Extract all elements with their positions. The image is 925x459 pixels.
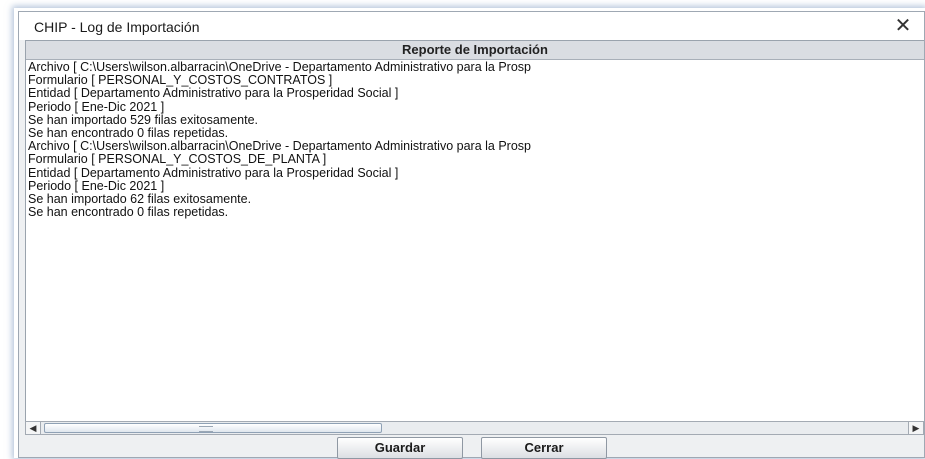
log-line: Se han encontrado 0 filas repetidas. xyxy=(28,205,229,220)
log-line: Formulario [ PERSONAL_Y_COSTOS_DE_PLANTA… xyxy=(28,152,327,167)
log-line: Entidad [ Departamento Administrativo pa… xyxy=(28,86,399,101)
import-log-dialog: CHIP - Log de Importación ✕ Reporte de I… xyxy=(18,11,925,459)
log-line: Entidad [ Departamento Administrativo pa… xyxy=(28,165,399,180)
report-panel: Reporte de Importación Archivo [ C:\User… xyxy=(25,40,924,422)
scrollbar-thumb[interactable] xyxy=(44,423,382,433)
close-icon[interactable]: ✕ xyxy=(890,14,916,38)
title-bar[interactable]: CHIP - Log de Importación ✕ xyxy=(19,12,924,40)
save-button[interactable]: Guardar xyxy=(337,437,463,459)
window-title: CHIP - Log de Importación xyxy=(34,19,200,35)
log-line: Periodo [ Ene-Dic 2021 ] xyxy=(28,99,165,114)
scroll-right-arrow-icon[interactable]: ▶ xyxy=(908,422,923,434)
horizontal-scrollbar[interactable]: ◀ ▶ xyxy=(25,421,924,435)
scroll-left-arrow-icon[interactable]: ◀ xyxy=(26,422,41,434)
report-header: Reporte de Importación xyxy=(26,41,924,60)
close-button[interactable]: Cerrar xyxy=(481,437,607,459)
grip-icon xyxy=(199,426,213,432)
log-text-area[interactable]: Archivo [ C:\Users\wilson.albarracin\One… xyxy=(26,60,924,219)
